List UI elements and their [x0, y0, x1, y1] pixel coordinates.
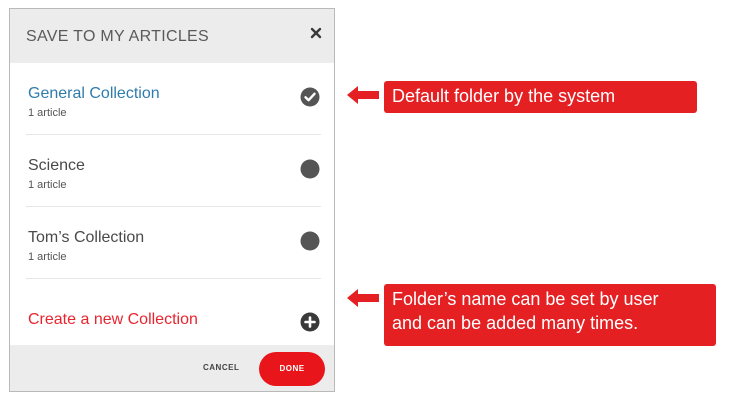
annotation-box: Folder’s name can be set by user and can…: [384, 284, 716, 346]
close-icon[interactable]: [308, 25, 324, 41]
annotation-text: Folder’s name can be set by user: [392, 289, 659, 309]
dialog-footer: CANCEL DONE: [10, 345, 334, 391]
arrow-left-icon: [347, 289, 379, 312]
create-collection-item[interactable]: Create a new Collection: [26, 279, 321, 351]
collection-count: 1 article: [28, 179, 67, 191]
save-to-articles-dialog: SAVE TO MY ARTICLES General Collection 1…: [9, 8, 335, 392]
dialog-header: SAVE TO MY ARTICLES: [10, 9, 334, 63]
collection-list: General Collection 1 article Science 1 a…: [10, 63, 334, 351]
page: SAVE TO MY ARTICLES General Collection 1…: [0, 0, 734, 396]
annotation-text: and can be added many times.: [392, 313, 639, 333]
collection-item-toms[interactable]: Tom’s Collection 1 article: [26, 207, 321, 279]
collection-name: Science: [28, 157, 85, 174]
collection-item-science[interactable]: Science 1 article: [26, 135, 321, 207]
collection-count: 1 article: [28, 107, 67, 119]
annotation-text: Default folder by the system: [392, 86, 616, 106]
check-circle-icon[interactable]: [300, 87, 320, 107]
annotation-box: Default folder by the system: [384, 81, 697, 113]
collection-name: Tom’s Collection: [28, 229, 145, 246]
collection-item-general[interactable]: General Collection 1 article: [26, 63, 321, 135]
plus-circle-icon[interactable]: [300, 312, 320, 332]
cancel-button[interactable]: CANCEL: [203, 363, 239, 372]
dialog-title: SAVE TO MY ARTICLES: [26, 28, 209, 45]
create-collection-link[interactable]: Create a new Collection: [28, 311, 198, 329]
done-button[interactable]: DONE: [259, 352, 325, 386]
circle-icon[interactable]: [300, 159, 320, 179]
arrow-left-icon: [347, 86, 379, 109]
collection-count: 1 article: [28, 251, 67, 263]
circle-icon[interactable]: [300, 231, 320, 251]
collection-name: General Collection: [28, 85, 160, 102]
